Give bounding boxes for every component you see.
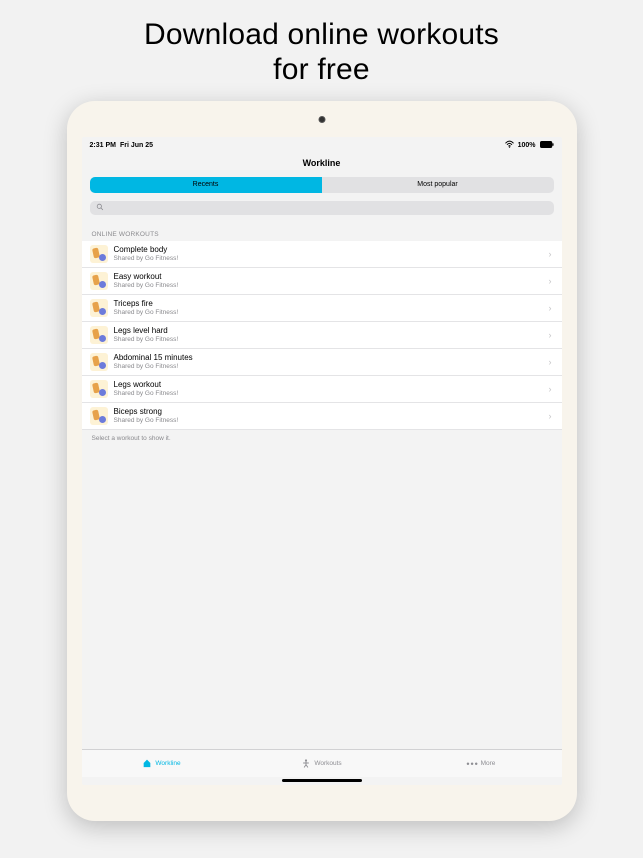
tab-workouts[interactable]: Workouts	[242, 750, 402, 777]
workout-subtitle: Shared by Go Fitness!	[114, 309, 549, 316]
workout-thumbnail-icon	[90, 407, 108, 425]
workout-title: Easy workout	[114, 273, 549, 282]
workout-thumbnail-icon	[90, 326, 108, 344]
workout-thumbnail-icon	[90, 380, 108, 398]
workout-thumbnail-icon	[90, 245, 108, 263]
workout-subtitle: Shared by Go Fitness!	[114, 417, 549, 424]
search-icon	[96, 203, 104, 213]
list-item[interactable]: Legs workout Shared by Go Fitness! ›	[82, 376, 562, 403]
workout-title: Abdominal 15 minutes	[114, 354, 549, 363]
workout-thumbnail-icon	[90, 272, 108, 290]
ipad-device-frame: 2:31 PM Fri Jun 25 100% Workline Recents…	[67, 101, 577, 821]
chevron-right-icon: ›	[549, 303, 552, 313]
marketing-line2: for free	[273, 53, 370, 86]
chevron-right-icon: ›	[549, 357, 552, 367]
list-item[interactable]: Abdominal 15 minutes Shared by Go Fitnes…	[82, 349, 562, 376]
empty-selection-hint: Select a workout to show it.	[82, 430, 562, 447]
segment-recents[interactable]: Recents	[90, 177, 322, 193]
section-header-online-workouts: ONLINE WORKOUTS	[82, 219, 562, 241]
workout-subtitle: Shared by Go Fitness!	[114, 363, 549, 370]
battery-percent: 100%	[518, 142, 536, 149]
workout-thumbnail-icon	[90, 299, 108, 317]
workout-title: Triceps fire	[114, 300, 549, 309]
ellipsis-icon: •••	[468, 759, 478, 769]
search-input[interactable]	[90, 201, 554, 215]
content-spacer	[82, 447, 562, 749]
list-item[interactable]: Triceps fire Shared by Go Fitness! ›	[82, 295, 562, 322]
list-item[interactable]: Biceps strong Shared by Go Fitness! ›	[82, 403, 562, 430]
tab-label: Workline	[155, 760, 180, 767]
workout-title: Biceps strong	[114, 408, 549, 417]
workout-title: Complete body	[114, 246, 549, 255]
workout-subtitle: Shared by Go Fitness!	[114, 390, 549, 397]
tab-bar: Workline Workouts ••• More	[82, 749, 562, 777]
page-title: Workline	[82, 152, 562, 173]
person-lifting-icon	[301, 758, 311, 770]
marketing-headline: Download online workouts for free	[144, 0, 499, 101]
status-bar: 2:31 PM Fri Jun 25 100%	[82, 137, 562, 152]
chevron-right-icon: ›	[549, 384, 552, 394]
segment-popular[interactable]: Most popular	[322, 177, 554, 193]
ipad-screen: 2:31 PM Fri Jun 25 100% Workline Recents…	[82, 137, 562, 785]
tab-label: More	[481, 760, 496, 767]
list-item[interactable]: Easy workout Shared by Go Fitness! ›	[82, 268, 562, 295]
workout-title: Legs workout	[114, 381, 549, 390]
status-date: Fri Jun 25	[120, 142, 153, 149]
list-item[interactable]: Complete body Shared by Go Fitness! ›	[82, 241, 562, 268]
workout-thumbnail-icon	[90, 353, 108, 371]
workout-subtitle: Shared by Go Fitness!	[114, 255, 549, 262]
workout-subtitle: Shared by Go Fitness!	[114, 282, 549, 289]
tab-more[interactable]: ••• More	[402, 750, 562, 777]
home-indicator[interactable]	[282, 779, 362, 782]
chevron-right-icon: ›	[549, 411, 552, 421]
segmented-control[interactable]: Recents Most popular	[90, 177, 554, 193]
device-camera	[318, 116, 325, 123]
list-item[interactable]: Legs level hard Shared by Go Fitness! ›	[82, 322, 562, 349]
wifi-icon	[505, 140, 514, 151]
workout-list: Complete body Shared by Go Fitness! › Ea…	[82, 241, 562, 430]
chevron-right-icon: ›	[549, 249, 552, 259]
status-time: 2:31 PM	[90, 142, 116, 149]
chevron-right-icon: ›	[549, 276, 552, 286]
tab-label: Workouts	[314, 760, 341, 767]
workout-subtitle: Shared by Go Fitness!	[114, 336, 549, 343]
tab-workline[interactable]: Workline	[82, 750, 242, 777]
marketing-line1: Download online workouts	[144, 18, 499, 51]
workout-title: Legs level hard	[114, 327, 549, 336]
chevron-right-icon: ›	[549, 330, 552, 340]
house-icon	[142, 758, 152, 770]
battery-icon	[540, 141, 554, 150]
